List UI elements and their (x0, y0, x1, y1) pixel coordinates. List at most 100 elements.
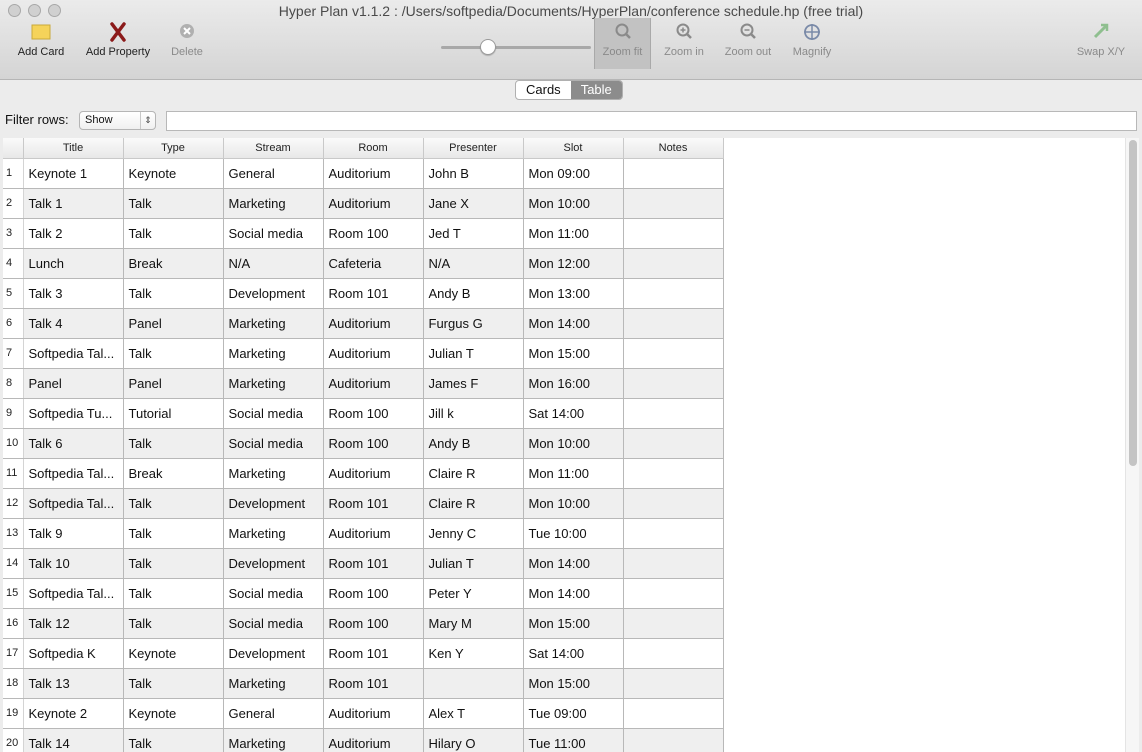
cell-type[interactable]: Talk (123, 338, 224, 369)
column-header-notes[interactable]: Notes (623, 138, 724, 159)
cell-title[interactable]: Keynote 2 (23, 698, 124, 729)
cell-title[interactable]: Softpedia Tal... (23, 458, 124, 489)
zoom-out-button[interactable]: Zoom out (721, 22, 775, 58)
cell-title[interactable]: Talk 9 (23, 518, 124, 549)
cell-slot[interactable]: Mon 14:00 (523, 308, 624, 339)
cell-room[interactable]: Auditorium (323, 158, 424, 189)
table-row[interactable]: 13 Talk 9 Talk Marketing Auditorium Jenny C Tu… (3, 518, 724, 549)
table-row[interactable]: 16 Talk 12 Talk Social media Room 100 Mary MM… (3, 608, 724, 639)
cell-room[interactable]: Room 101 (323, 548, 424, 579)
cell-notes[interactable] (623, 368, 724, 399)
cell-stream[interactable]: Development (223, 278, 324, 309)
cell-slot[interactable]: Mon 13:00 (523, 278, 624, 309)
scrollbar-thumb[interactable] (1129, 140, 1137, 466)
cell-slot[interactable]: Mon 14:00 (523, 548, 624, 579)
cell-room[interactable]: Auditorium (323, 728, 424, 752)
cell-stream[interactable]: Social media (223, 428, 324, 459)
cell-room[interactable]: Room 100 (323, 578, 424, 609)
cell-room[interactable]: Room 100 (323, 218, 424, 249)
filter-rows-input[interactable] (166, 111, 1137, 131)
table-row[interactable]: 3 Talk 2 Talk Social media Room 100 Jed T Mon … (3, 218, 724, 249)
cell-room[interactable]: Auditorium (323, 188, 424, 219)
cell-notes[interactable] (623, 188, 724, 219)
cell-stream[interactable]: Development (223, 638, 324, 669)
cell-room[interactable]: Room 100 (323, 428, 424, 459)
column-header-type[interactable]: Type (123, 138, 224, 159)
cell-slot[interactable]: Mon 12:00 (523, 248, 624, 279)
cell-presenter[interactable]: John B (423, 158, 524, 189)
cell-slot[interactable]: Mon 14:00 (523, 578, 624, 609)
cell-notes[interactable] (623, 548, 724, 579)
cell-title[interactable]: Lunch (23, 248, 124, 279)
cell-slot[interactable]: Mon 11:00 (523, 458, 624, 489)
table-row[interactable]: 2 Talk 1 Talk Marketing Auditorium Jane X Mon … (3, 188, 724, 219)
cell-room[interactable]: Auditorium (323, 518, 424, 549)
cell-notes[interactable] (623, 398, 724, 429)
cell-slot[interactable]: Sat 14:00 (523, 398, 624, 429)
cell-notes[interactable] (623, 308, 724, 339)
cell-stream[interactable]: N/A (223, 248, 324, 279)
cell-type[interactable]: Panel (123, 368, 224, 399)
cell-title[interactable]: Talk 4 (23, 308, 124, 339)
cell-type[interactable]: Tutorial (123, 398, 224, 429)
cell-stream[interactable]: General (223, 698, 324, 729)
cell-presenter[interactable]: N/A (423, 248, 524, 279)
cell-presenter[interactable] (423, 668, 524, 699)
delete-button[interactable]: Delete (168, 22, 206, 58)
cell-slot[interactable]: Mon 15:00 (523, 668, 624, 699)
zoom-in-button[interactable]: Zoom in (659, 22, 709, 58)
cell-type[interactable]: Break (123, 458, 224, 489)
cell-slot[interactable]: Tue 11:00 (523, 728, 624, 752)
table-row[interactable]: 6 Talk 4 Panel Marketing Auditorium Furgus G… (3, 308, 724, 339)
cell-type[interactable]: Talk (123, 518, 224, 549)
cell-room[interactable]: Auditorium (323, 368, 424, 399)
cell-title[interactable]: Talk 13 (23, 668, 124, 699)
cell-notes[interactable] (623, 278, 724, 309)
cell-presenter[interactable]: Julian T (423, 548, 524, 579)
table-row[interactable]: 11 Softpedia Tal... Break Marketing Auditori… (3, 458, 724, 489)
cell-type[interactable]: Talk (123, 548, 224, 579)
cell-stream[interactable]: Development (223, 488, 324, 519)
cell-stream[interactable]: Marketing (223, 458, 324, 489)
magnify-button[interactable]: Magnify (789, 22, 835, 58)
table-row[interactable]: 14 Talk 10 Talk Development Room 101 Julian T… (3, 548, 724, 579)
cell-type[interactable]: Talk (123, 668, 224, 699)
cell-type[interactable]: Break (123, 248, 224, 279)
cell-notes[interactable] (623, 578, 724, 609)
cell-title[interactable]: Talk 6 (23, 428, 124, 459)
cell-type[interactable]: Panel (123, 308, 224, 339)
zoom-fit-button[interactable]: Zoom fit (594, 18, 651, 69)
cell-notes[interactable] (623, 248, 724, 279)
table-row[interactable]: 9 Softpedia Tu... Tutorial Social media Room… (3, 398, 724, 429)
cell-notes[interactable] (623, 488, 724, 519)
cell-type[interactable]: Talk (123, 278, 224, 309)
cell-notes[interactable] (623, 218, 724, 249)
cell-stream[interactable]: Development (223, 548, 324, 579)
cell-stream[interactable]: Social media (223, 608, 324, 639)
cell-room[interactable]: Room 101 (323, 488, 424, 519)
column-header-title[interactable]: Title (23, 138, 124, 159)
swap-xy-button[interactable]: Swap X/Y (1072, 22, 1130, 58)
cell-type[interactable]: Keynote (123, 638, 224, 669)
cell-room[interactable]: Room 100 (323, 398, 424, 429)
cell-room[interactable]: Auditorium (323, 308, 424, 339)
cell-title[interactable]: Talk 10 (23, 548, 124, 579)
cell-presenter[interactable]: Jed T (423, 218, 524, 249)
table-row[interactable]: 5 Talk 3 Talk Development Room 101 Andy B Mon … (3, 278, 724, 309)
column-header-presenter[interactable]: Presenter (423, 138, 524, 159)
cell-title[interactable]: Talk 2 (23, 218, 124, 249)
table-row[interactable]: 20 Talk 14 Talk Marketing Auditorium Hilary O… (3, 728, 724, 752)
cell-stream[interactable]: Marketing (223, 668, 324, 699)
tab-cards[interactable]: Cards (516, 81, 571, 99)
table-row[interactable]: 15 Softpedia Tal... Talk Social media Room 1… (3, 578, 724, 609)
zoom-slider-knob[interactable] (480, 39, 496, 55)
cell-type[interactable]: Talk (123, 188, 224, 219)
cell-presenter[interactable]: Jane X (423, 188, 524, 219)
cell-presenter[interactable]: Claire R (423, 458, 524, 489)
table-row[interactable]: 12 Softpedia Tal... Talk Development Room 10… (3, 488, 724, 519)
table-row[interactable]: 18 Talk 13 Talk Marketing Room 101 Mon 15:00 (3, 668, 724, 699)
cell-presenter[interactable]: Andy B (423, 278, 524, 309)
cell-type[interactable]: Keynote (123, 158, 224, 189)
cell-title[interactable]: Softpedia Tal... (23, 338, 124, 369)
cell-stream[interactable]: Marketing (223, 518, 324, 549)
